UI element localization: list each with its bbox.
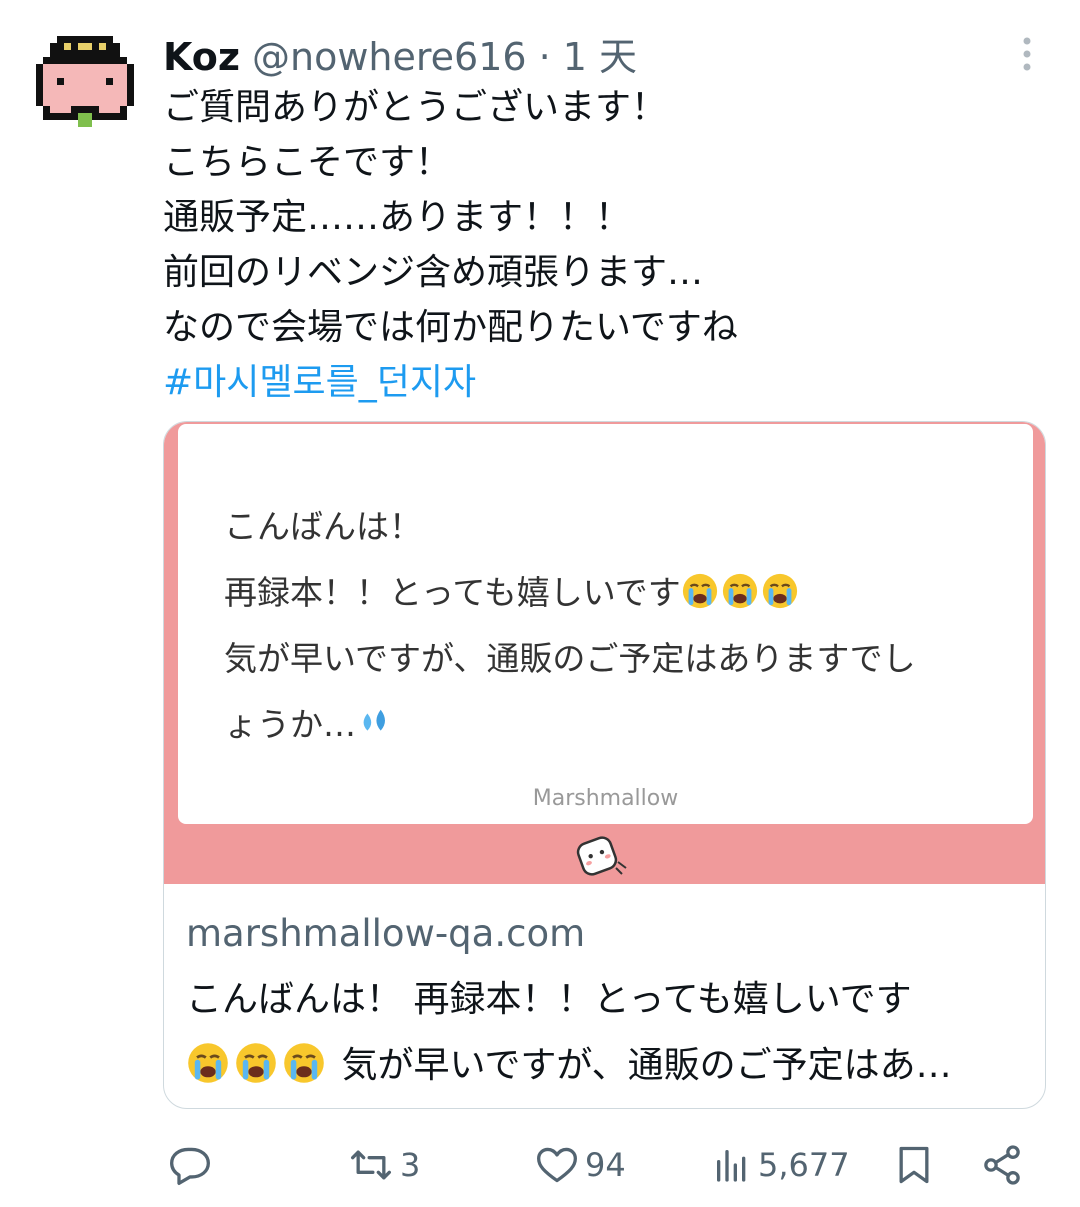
author-name[interactable]: Koz xyxy=(163,35,240,79)
retweet-button[interactable]: 3 xyxy=(348,1135,420,1195)
speech-bubble-icon xyxy=(170,1147,210,1185)
question-line: 気が早いですが、通販のご予定はありますでし xyxy=(224,639,916,678)
author-handle[interactable]: @nowhere616 xyxy=(252,35,527,79)
avatar[interactable] xyxy=(36,36,134,134)
crying-face-icon xyxy=(284,1043,324,1083)
tweet-body: ご質問ありがとうございます！ こちらこそです！ 通販予定……あります！！！ 前回… xyxy=(163,80,1043,410)
tweet-line: ご質問ありがとうございます！ xyxy=(163,87,668,128)
question-text: こんばんは！ 再録本！！とっても嬉しいです 気が早いですが、通販のご予定はありま… xyxy=(224,494,1024,758)
crying-face-icon xyxy=(236,1043,276,1083)
question-line: こんばんは！ xyxy=(224,507,422,546)
hashtag-link[interactable]: #마시멜로를_던지자 xyxy=(163,355,1043,410)
card-image: こんばんは！ 再録本！！とっても嬉しいです 気が早いですが、通販のご予定はありま… xyxy=(164,422,1045,884)
card-desc-line: こんばんは！ 再録本！！とっても嬉しいです xyxy=(186,979,912,1020)
question-box: こんばんは！ 再録本！！とっても嬉しいです 気が早いですが、通販のご予定はありま… xyxy=(178,424,1033,824)
question-line: 再録本！！とっても嬉しいです xyxy=(224,560,1024,626)
card-domain: marshmallow-qa.com xyxy=(186,912,586,955)
pixel-avatar-icon xyxy=(36,36,134,127)
like-button[interactable]: 94 xyxy=(535,1135,626,1195)
bookmark-icon xyxy=(899,1146,929,1184)
like-count: 94 xyxy=(585,1146,626,1184)
crying-face-icon xyxy=(762,573,797,609)
more-vertical-icon xyxy=(1023,37,1031,71)
card-desc-line: 気が早いですが、通販のご予定はあ… xyxy=(186,1033,1026,1099)
marshmallow-mascot xyxy=(572,832,632,880)
tweet-line: 前回のリベンジ含め頑張ります… xyxy=(163,252,704,293)
card-description: こんばんは！ 再録本！！とっても嬉しいです 気が早いですが、通販のご予定はあ… xyxy=(186,967,1026,1099)
bar-chart-icon xyxy=(717,1150,746,1182)
tweet-line: こちらこそです！ xyxy=(163,142,452,183)
tweet-line: なので会場では何か配りたいですね xyxy=(163,307,738,348)
retweet-icon xyxy=(351,1150,391,1180)
share-icon xyxy=(984,1145,1020,1185)
separator-dot: · xyxy=(538,35,551,79)
sweat-droplets-icon xyxy=(363,709,385,731)
share-button[interactable] xyxy=(980,1135,1024,1195)
crying-face-icon xyxy=(722,573,757,609)
views-button[interactable]: 5,677 xyxy=(712,1135,850,1195)
question-line: ょうか… xyxy=(224,692,1024,758)
marshmallow-icon xyxy=(576,836,627,876)
bookmark-button[interactable] xyxy=(892,1135,936,1195)
tweet-actions: 3 94 5,677 xyxy=(0,1135,1080,1195)
marshmallow-brand: Marshmallow xyxy=(532,786,679,811)
link-card[interactable]: こんばんは！ 再録本！！とっても嬉しいです 気が早いですが、通販のご予定はありま… xyxy=(163,421,1046,1109)
timestamp[interactable]: 1 天 xyxy=(563,26,637,81)
reply-button[interactable] xyxy=(168,1135,218,1195)
more-options-button[interactable] xyxy=(1010,36,1044,72)
crying-face-icon xyxy=(682,573,717,609)
crying-face-icon xyxy=(188,1043,228,1083)
retweet-count: 3 xyxy=(400,1146,421,1184)
tweet-line: 通販予定……あります！！！ xyxy=(163,197,632,238)
heart-icon xyxy=(537,1147,577,1183)
views-count: 5,677 xyxy=(758,1146,850,1184)
tweet-header: Koz @nowhere616 · 1 天 xyxy=(163,26,637,79)
